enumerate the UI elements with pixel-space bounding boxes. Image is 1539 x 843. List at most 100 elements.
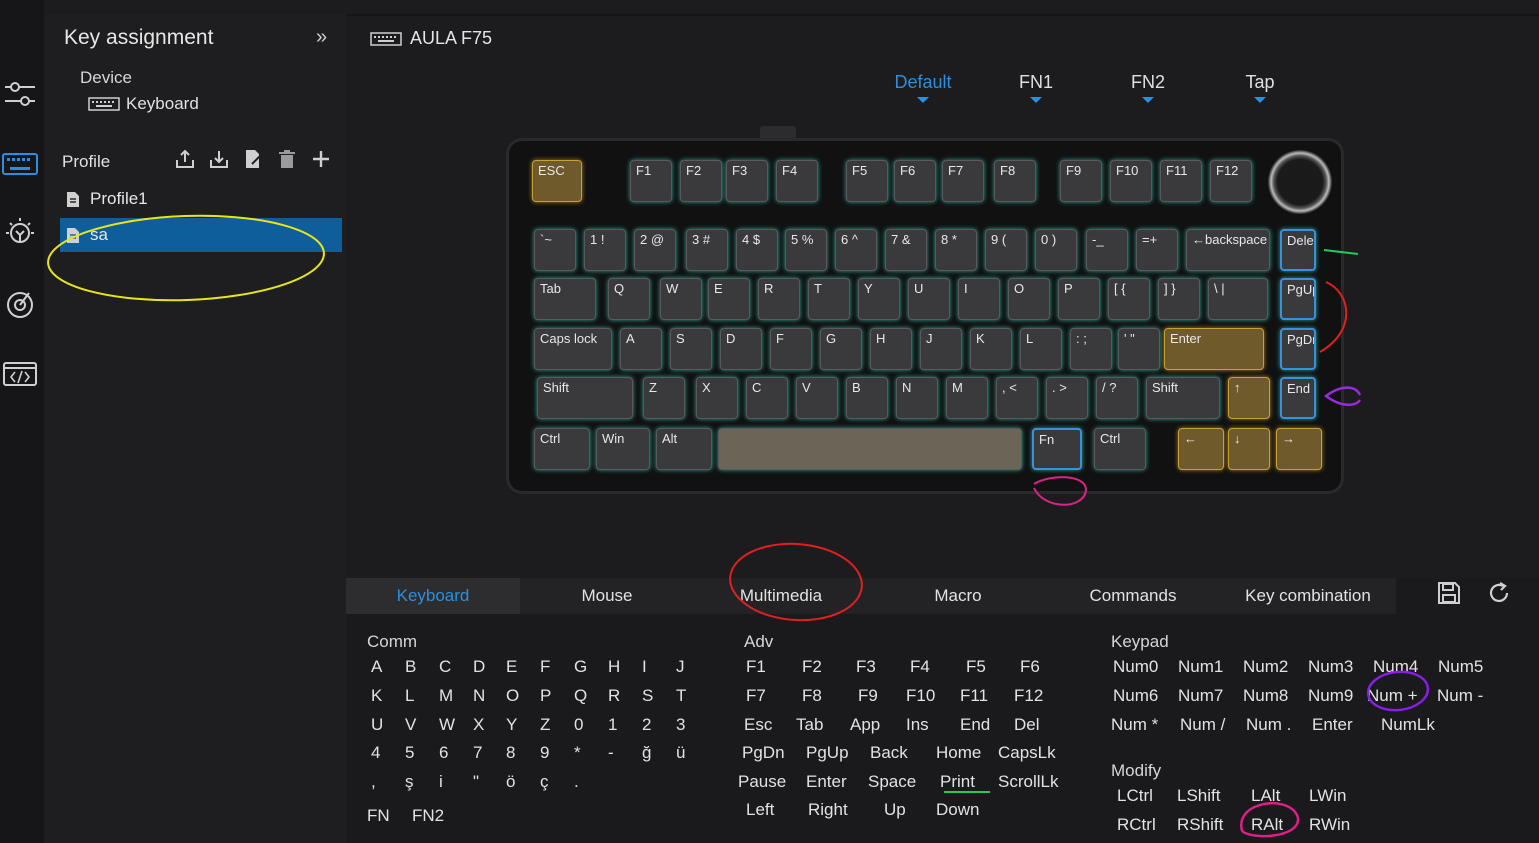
key--[interactable]: ] } [1158, 278, 1200, 320]
key-f7[interactable]: F7 [942, 160, 984, 202]
key--[interactable]: : ; [1070, 328, 1112, 370]
adv-key[interactable]: End [960, 715, 990, 735]
key-f8[interactable]: F8 [994, 160, 1036, 202]
comm-key[interactable]: 3 [676, 715, 685, 735]
adv-key[interactable]: F5 [966, 657, 986, 677]
key-delete[interactable]: Delete [1280, 229, 1316, 271]
keypad-key[interactable]: Num6 [1113, 686, 1158, 706]
key-9-[interactable]: 9 ( [985, 229, 1027, 271]
key-p[interactable]: P [1058, 278, 1100, 320]
adv-key[interactable]: Up [884, 800, 906, 820]
key-v[interactable]: V [796, 377, 838, 419]
key--[interactable]: =+ [1136, 229, 1178, 271]
modify-key[interactable]: LCtrl [1117, 786, 1153, 806]
modify-key[interactable]: RShift [1177, 815, 1223, 835]
adv-key[interactable]: Right [808, 800, 848, 820]
keypad-key[interactable]: Num / [1180, 715, 1225, 735]
key--[interactable]: / ? [1096, 377, 1138, 419]
comm-key[interactable]: ğ [642, 743, 651, 763]
adv-key[interactable]: F1 [746, 657, 766, 677]
key-4-[interactable]: 4 $ [736, 229, 778, 271]
comm-key[interactable]: " [473, 772, 479, 792]
profile-item-profile1[interactable]: Profile1 [60, 182, 342, 216]
comm-key[interactable]: ö [506, 772, 515, 792]
key-x[interactable]: X [696, 377, 738, 419]
key-esc[interactable]: ESC [532, 160, 582, 202]
keypad-key[interactable]: Num2 [1243, 657, 1288, 677]
key-f6[interactable]: F6 [894, 160, 936, 202]
adv-key[interactable]: F6 [1020, 657, 1040, 677]
comm-key[interactable]: F [540, 657, 550, 677]
key-1-[interactable]: 1 ! [584, 229, 626, 271]
key-shift[interactable]: Shift [537, 377, 633, 419]
comm-key[interactable]: E [506, 657, 517, 677]
comm-key[interactable]: 4 [371, 743, 380, 763]
adv-key[interactable]: F9 [858, 686, 878, 706]
reset-icon[interactable] [1484, 578, 1514, 608]
key-pgup[interactable]: PgUp [1280, 278, 1316, 320]
key-r[interactable]: R [758, 278, 800, 320]
comm-key[interactable]: 9 [540, 743, 549, 763]
adv-key[interactable]: F7 [746, 686, 766, 706]
comm-key[interactable]: Y [506, 715, 517, 735]
edit-file-icon[interactable] [242, 148, 264, 170]
key-f10[interactable]: F10 [1110, 160, 1152, 202]
key-d[interactable]: D [720, 328, 762, 370]
key-ctrl[interactable]: Ctrl [1094, 428, 1146, 470]
comm-key[interactable]: - [608, 743, 614, 763]
comm-key[interactable]: 8 [506, 743, 515, 763]
adv-key[interactable]: PgUp [806, 743, 849, 763]
key-tab[interactable]: Tab [534, 278, 596, 320]
key-i[interactable]: I [958, 278, 1000, 320]
comm-key[interactable]: N [473, 686, 485, 706]
key--[interactable]: -_ [1086, 229, 1128, 271]
key-ctrl[interactable]: Ctrl [534, 428, 590, 470]
key-end[interactable]: End [1280, 377, 1316, 419]
key-f[interactable]: F [770, 328, 812, 370]
key-g[interactable]: G [820, 328, 862, 370]
key--[interactable]: → [1276, 428, 1322, 470]
adv-key[interactable]: App [850, 715, 880, 735]
key--backspace[interactable]: ←backspace [1186, 229, 1270, 271]
adv-key[interactable]: Back [870, 743, 908, 763]
tab-commands[interactable]: Commands [1048, 578, 1218, 614]
key-f11[interactable]: F11 [1160, 160, 1202, 202]
key-t[interactable]: T [808, 278, 850, 320]
adv-key[interactable]: Ins [906, 715, 929, 735]
key--[interactable]: ' " [1118, 328, 1160, 370]
keypad-key[interactable]: Num - [1437, 686, 1483, 706]
key--[interactable]: [ { [1108, 278, 1150, 320]
comm-key[interactable]: H [608, 657, 620, 677]
save-icon[interactable] [1434, 578, 1464, 608]
comm-key[interactable]: R [608, 686, 620, 706]
collapse-icon[interactable]: » [316, 26, 327, 49]
key-n[interactable]: N [896, 377, 938, 419]
lightbulb-icon[interactable] [0, 216, 40, 252]
key-e[interactable]: E [708, 278, 750, 320]
key-w[interactable]: W [660, 278, 702, 320]
adv-key[interactable]: Tab [796, 715, 823, 735]
keypad-key[interactable]: Num4 [1373, 657, 1418, 677]
adv-key[interactable]: Pause [738, 772, 786, 792]
key-space[interactable] [718, 428, 1022, 470]
comm-key[interactable]: P [540, 686, 551, 706]
key--[interactable]: ↓ [1228, 428, 1270, 470]
comm-key[interactable]: W [439, 715, 455, 735]
keypad-key[interactable]: Num + [1367, 686, 1418, 706]
keyboard-icon[interactable] [0, 146, 40, 182]
key--[interactable]: . > [1046, 377, 1088, 419]
key-z[interactable]: Z [643, 377, 685, 419]
modify-key[interactable]: RAlt [1251, 815, 1283, 835]
key-shift[interactable]: Shift [1146, 377, 1220, 419]
tab-keyboard[interactable]: Keyboard [346, 578, 520, 614]
tab-fn1[interactable]: FN1 [991, 72, 1081, 103]
volume-knob[interactable] [1268, 150, 1332, 214]
tab-default[interactable]: Default [878, 72, 968, 103]
key-l[interactable]: L [1020, 328, 1062, 370]
adv-key[interactable]: F3 [856, 657, 876, 677]
key-f5[interactable]: F5 [846, 160, 888, 202]
device-item[interactable]: Keyboard [88, 94, 199, 114]
sliders-icon[interactable] [0, 76, 40, 112]
comm-key[interactable]: C [439, 657, 451, 677]
profile-item-sa[interactable]: sa [60, 218, 342, 252]
